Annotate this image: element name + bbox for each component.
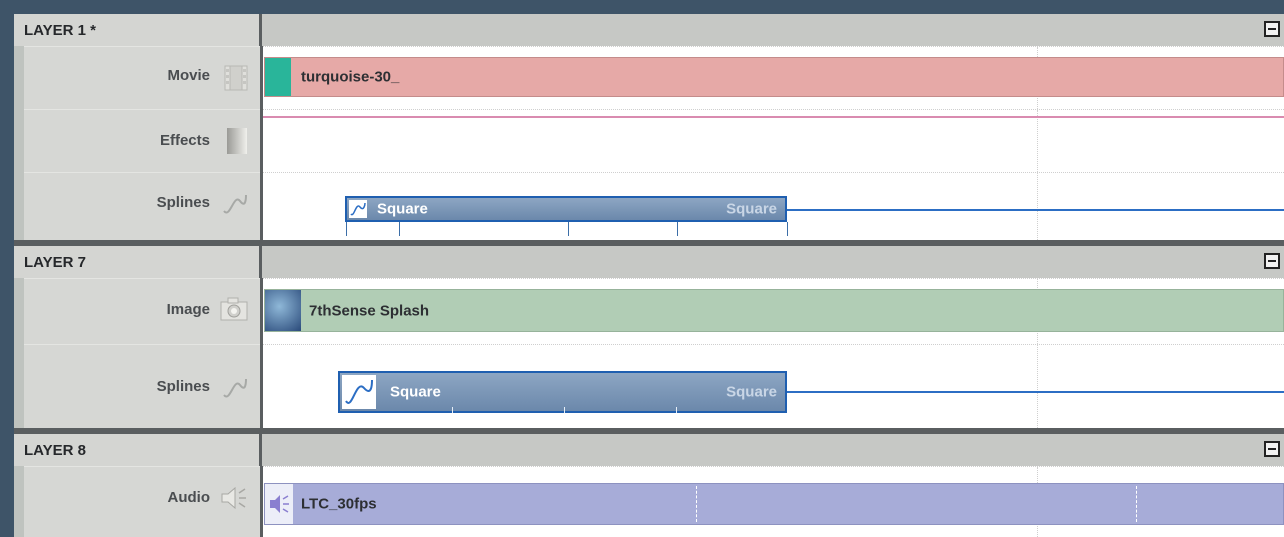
- keyframe-tick: [399, 222, 400, 236]
- keyframe-tick: [787, 222, 788, 236]
- spline-curve-icon: [222, 373, 248, 406]
- spline-clip-end-name: Square: [726, 383, 777, 401]
- timeline-panel: LAYER 1 * Movie turquoise-30_ Effects Sp…: [14, 14, 1284, 537]
- spline-hold-line: [787, 209, 1284, 211]
- track-label-text: Image: [166, 301, 210, 318]
- track-label-text: Splines: [156, 378, 210, 395]
- track-label-text: Audio: [167, 489, 211, 506]
- keyframe-tick: [676, 407, 677, 413]
- effects-icon: [226, 127, 248, 160]
- track-label-text: Movie: [167, 67, 210, 84]
- audio-marker: [1136, 486, 1137, 522]
- track-row-effects: Effects: [14, 109, 1284, 172]
- layer-title-area: LAYER 7: [14, 246, 262, 278]
- clip-name: 7thSense Splash: [309, 302, 430, 319]
- spline-hold-line: [787, 391, 1284, 393]
- track-area[interactable]: Square Square: [263, 344, 1284, 428]
- layer-title: LAYER 1 *: [24, 22, 96, 39]
- film-icon: [224, 65, 248, 96]
- spline-clip-name: Square: [377, 200, 428, 218]
- media-clip[interactable]: 7thSense Splash: [264, 289, 1284, 332]
- camera-icon: [220, 297, 248, 326]
- layer-header[interactable]: LAYER 7: [14, 246, 1284, 278]
- track-row-splines: Splines Square Square: [14, 344, 1284, 428]
- keyframe-tick: [452, 407, 453, 413]
- spline-clip[interactable]: Square Square: [338, 371, 787, 413]
- time-marker-line: [1037, 173, 1038, 240]
- clip-name: turquoise-30_: [301, 68, 400, 86]
- track-label: Movie: [24, 46, 260, 109]
- spline-icon: [349, 200, 367, 222]
- clip-name: LTC_30fps: [301, 495, 377, 513]
- keyframe-tick: [346, 222, 347, 236]
- media-clip[interactable]: LTC_30fps: [264, 483, 1284, 525]
- audio-marker: [696, 486, 697, 522]
- media-clip[interactable]: turquoise-30_: [264, 57, 1284, 97]
- track-area[interactable]: LTC_30fps: [263, 466, 1284, 537]
- speaker-icon: [220, 485, 248, 516]
- spline-icon: [342, 375, 376, 413]
- track-area[interactable]: turquoise-30_: [263, 46, 1284, 109]
- track-label: Splines: [24, 172, 260, 240]
- track-label-text: Splines: [156, 194, 210, 211]
- time-marker-line: [1037, 345, 1038, 428]
- collapse-button[interactable]: [1264, 441, 1280, 457]
- track-area[interactable]: [263, 109, 1284, 172]
- layer-header[interactable]: LAYER 1 *: [14, 14, 1284, 46]
- time-marker-line: [1037, 110, 1038, 172]
- media-thumbnail: [265, 290, 301, 331]
- keyframe-tick: [564, 407, 565, 413]
- track-label: Effects: [24, 109, 260, 172]
- track-row-audio: Audio LTC_30fps: [14, 466, 1284, 537]
- track-label: Image: [24, 278, 260, 344]
- track-label: Splines: [24, 344, 260, 428]
- layer-title-area: LAYER 1 *: [14, 14, 262, 46]
- track-row-splines: Splines Square Square: [14, 172, 1284, 240]
- layer-header[interactable]: LAYER 8: [14, 434, 1284, 466]
- track-row-movie: Movie turquoise-30_: [14, 46, 1284, 109]
- spline-clip-end-name: Square: [726, 200, 777, 218]
- keyframe-tick: [568, 222, 569, 236]
- media-thumbnail: [265, 58, 291, 96]
- speaker-thumbnail: [265, 484, 293, 524]
- layer-title-area: LAYER 8: [14, 434, 262, 466]
- layer-title: LAYER 7: [24, 254, 86, 271]
- track-label: Audio: [24, 466, 260, 537]
- spline-clip-name: Square: [390, 383, 441, 401]
- track-row-image: Image 7thSense Splash: [14, 278, 1284, 344]
- keyframe-tick: [677, 222, 678, 236]
- collapse-button[interactable]: [1264, 253, 1280, 269]
- track-label-text: Effects: [159, 132, 210, 149]
- track-area[interactable]: Square Square: [263, 172, 1284, 240]
- collapse-button[interactable]: [1264, 21, 1280, 37]
- track-area[interactable]: 7thSense Splash: [263, 278, 1284, 344]
- spline-clip[interactable]: Square Square: [345, 196, 787, 222]
- layer-title: LAYER 8: [24, 442, 86, 459]
- spline-curve-icon: [222, 189, 248, 222]
- effects-line: [263, 116, 1284, 118]
